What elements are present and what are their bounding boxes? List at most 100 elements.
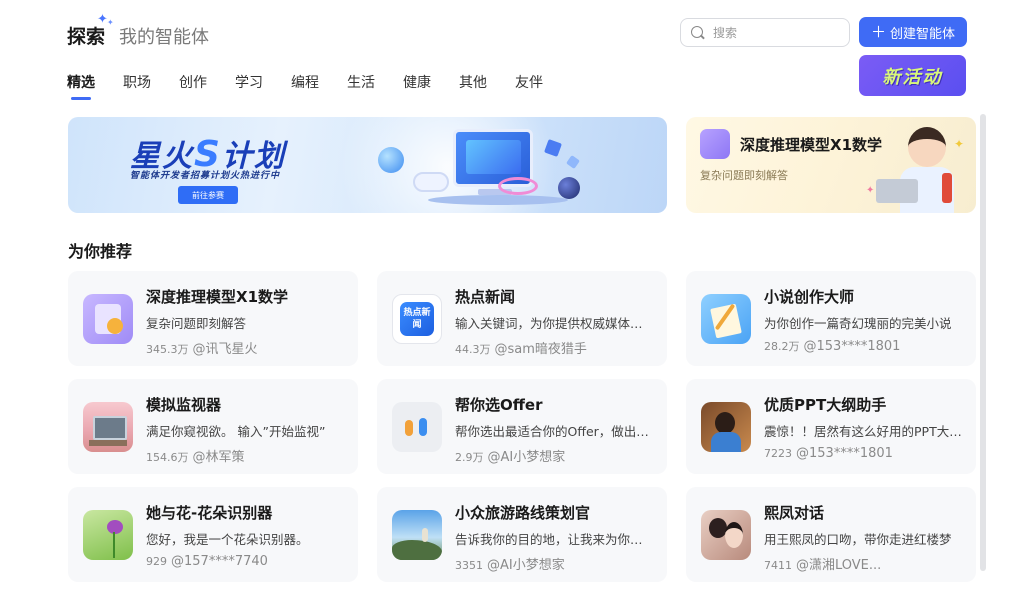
agent-desc: 复杂问题即刻解答	[146, 316, 247, 331]
tab-featured[interactable]: 精选	[67, 72, 95, 100]
agent-meta: 7411 @潇湘LOVE...	[764, 554, 881, 573]
agent-title: 优质PPT大纲助手	[764, 396, 887, 414]
agent-usage-count: 2.9万	[455, 451, 484, 464]
agent-card[interactable]: 模拟监视器 满足你窥视欲。 输入”开始监视” 154.6万 @林军策	[68, 379, 358, 474]
search-input[interactable]: 搜索	[680, 18, 850, 47]
agent-card[interactable]: 优质PPT大纲助手 震惊！！居然有这么好用的PPT大纲助手 7223 @153**…	[686, 379, 976, 474]
math-icon	[700, 129, 730, 159]
agent-usage-count: 28.2万	[764, 340, 800, 353]
agent-author: @潇湘LOVE...	[796, 558, 882, 573]
agent-author: @林军策	[192, 450, 245, 465]
agent-author: @AI小梦想家	[487, 450, 566, 465]
agent-card[interactable]: 小众旅游路线策划官 告诉我你的目的地，让我来为你策划 3351 @AI小梦想家	[377, 487, 667, 582]
new-event-badge[interactable]: 新活动	[859, 55, 966, 96]
agent-usage-count: 345.3万	[146, 343, 189, 356]
plus-icon: ＋	[870, 22, 886, 41]
monitor-icon	[83, 402, 133, 452]
search-placeholder: 搜索	[713, 26, 738, 40]
agent-meta: 929 @157****7740	[146, 554, 268, 569]
tab-other[interactable]: 其他	[459, 72, 487, 98]
agent-meta: 345.3万 @讯飞星火	[146, 338, 258, 357]
agent-desc: 满足你窥视欲。 输入”开始监视”	[146, 424, 326, 439]
ppt-icon	[701, 402, 751, 452]
x1-math-banner[interactable]: 深度推理模型X1数学 复杂问题即刻解答 ✦ ✦	[686, 117, 976, 213]
agent-author: @153****1801	[803, 339, 901, 354]
agent-usage-count: 7411	[764, 559, 792, 572]
monitor-screen	[466, 140, 521, 174]
news-icon-label: 热点新闻	[400, 302, 434, 336]
sparkle-icon: ✦	[954, 137, 965, 151]
scrollbar[interactable]	[980, 114, 986, 571]
agent-desc: 为你创作一篇奇幻瑰丽的完美小说	[764, 316, 952, 331]
spark-plan-banner[interactable]: 星火S计划 智能体开发者招募计划火热进行中 前往参赛	[68, 117, 667, 213]
sphere-illustration	[378, 147, 404, 173]
create-agent-button[interactable]: ＋ 创建智能体	[859, 17, 967, 47]
agent-title: 模拟监视器	[146, 396, 222, 414]
side-banner-subtitle: 复杂问题即刻解答	[700, 169, 788, 182]
agent-card[interactable]: 熙凤对话 用王熙凤的口吻，带你走进红楼梦 7411 @潇湘LOVE...	[686, 487, 976, 582]
agent-meta: 28.2万 @153****1801	[764, 338, 900, 354]
agent-author: @讯飞星火	[192, 342, 258, 357]
agent-author: @153****1801	[796, 446, 893, 461]
agent-title: 小说创作大师	[764, 288, 855, 306]
explore-page: 探索 ✦ ✦ 我的智能体 搜索 ＋ 创建智能体 新活动 精选 职场 创作 学习 …	[0, 0, 1026, 592]
sparkle-small-icon: ✦	[107, 18, 114, 27]
search-icon	[691, 25, 705, 40]
agent-title: 热点新闻	[455, 288, 516, 306]
laptop-illustration	[876, 179, 918, 203]
agent-meta: 44.3万 @sam暗夜猎手	[455, 338, 587, 357]
agent-author: @157****7740	[171, 554, 268, 569]
banner-subtitle: 智能体开发者招募计划火热进行中	[130, 171, 281, 181]
agent-card[interactable]: 深度推理模型X1数学 复杂问题即刻解答 345.3万 @讯飞星火	[68, 271, 358, 366]
tab-health[interactable]: 健康	[403, 72, 431, 98]
agent-author: @AI小梦想家	[487, 558, 565, 573]
agent-desc: 帮你选出最适合你的Offer，做出选择	[455, 424, 653, 439]
agent-usage-count: 44.3万	[455, 343, 491, 356]
tab-companion[interactable]: 友伴	[515, 72, 543, 98]
agent-usage-count: 154.6万	[146, 451, 189, 464]
travel-icon	[392, 510, 442, 560]
agent-card[interactable]: 小说创作大师 为你创作一篇奇幻瑰丽的完美小说 28.2万 @153****1801	[686, 271, 976, 366]
student-head	[908, 127, 946, 167]
agent-meta: 154.6万 @林军策	[146, 446, 245, 465]
tab-life[interactable]: 生活	[347, 72, 375, 98]
ring-illustration	[498, 177, 538, 195]
agent-desc: 用王熙凤的口吻，带你走进红楼梦	[764, 532, 952, 547]
agent-usage-count: 3351	[455, 559, 483, 572]
agent-card[interactable]: 她与花-花朵识别器 您好，我是一个花朵识别器。 929 @157****7740	[68, 487, 358, 582]
agent-desc: 您好，我是一个花朵识别器。	[146, 532, 309, 547]
header: 探索 ✦ ✦ 我的智能体 搜索 ＋ 创建智能体	[67, 12, 967, 54]
agent-desc: 输入关键词，为你提供权威媒体报道	[455, 316, 653, 331]
offer-icon	[392, 402, 442, 452]
agent-title: 小众旅游路线策划官	[455, 504, 591, 522]
agent-meta: 3351 @AI小梦想家	[455, 554, 565, 573]
agent-title: 帮你选Offer	[455, 396, 543, 414]
tab-workplace[interactable]: 职场	[123, 72, 151, 98]
agent-author: @sam暗夜猎手	[494, 342, 587, 357]
agent-meta: 7223 @153****1801	[764, 446, 893, 461]
xifeng-icon	[701, 510, 751, 560]
gamepad-illustration	[413, 172, 449, 192]
tab-programming[interactable]: 编程	[291, 72, 319, 98]
tab-creation[interactable]: 创作	[179, 72, 207, 98]
side-banner-title: 深度推理模型X1数学	[740, 136, 883, 154]
tab-learning[interactable]: 学习	[235, 72, 263, 98]
news-icon: 热点新闻	[392, 294, 442, 344]
novel-icon	[701, 294, 751, 344]
recommend-section-title: 为你推荐	[68, 242, 133, 261]
dark-sphere-illustration	[558, 177, 580, 199]
agent-meta: 2.9万 @AI小梦想家	[455, 446, 565, 465]
agent-title: 深度推理模型X1数学	[146, 288, 289, 306]
join-contest-button[interactable]: 前往参赛	[178, 186, 238, 204]
tab-my-agents[interactable]: 我的智能体	[119, 23, 209, 49]
flower-icon	[83, 510, 133, 560]
agent-usage-count: 7223	[764, 447, 792, 460]
platform-illustration	[428, 195, 568, 205]
math-icon	[83, 294, 133, 344]
category-tabs: 精选 职场 创作 学习 编程 生活 健康 其他 友伴	[67, 72, 571, 100]
agent-usage-count: 929	[146, 555, 167, 568]
agent-title: 熙凤对话	[764, 504, 825, 522]
agent-title: 她与花-花朵识别器	[146, 504, 273, 522]
agent-card[interactable]: 帮你选Offer 帮你选出最适合你的Offer，做出选择 2.9万 @AI小梦想家	[377, 379, 667, 474]
agent-card[interactable]: 热点新闻 热点新闻 输入关键词，为你提供权威媒体报道 44.3万 @sam暗夜猎手	[377, 271, 667, 366]
